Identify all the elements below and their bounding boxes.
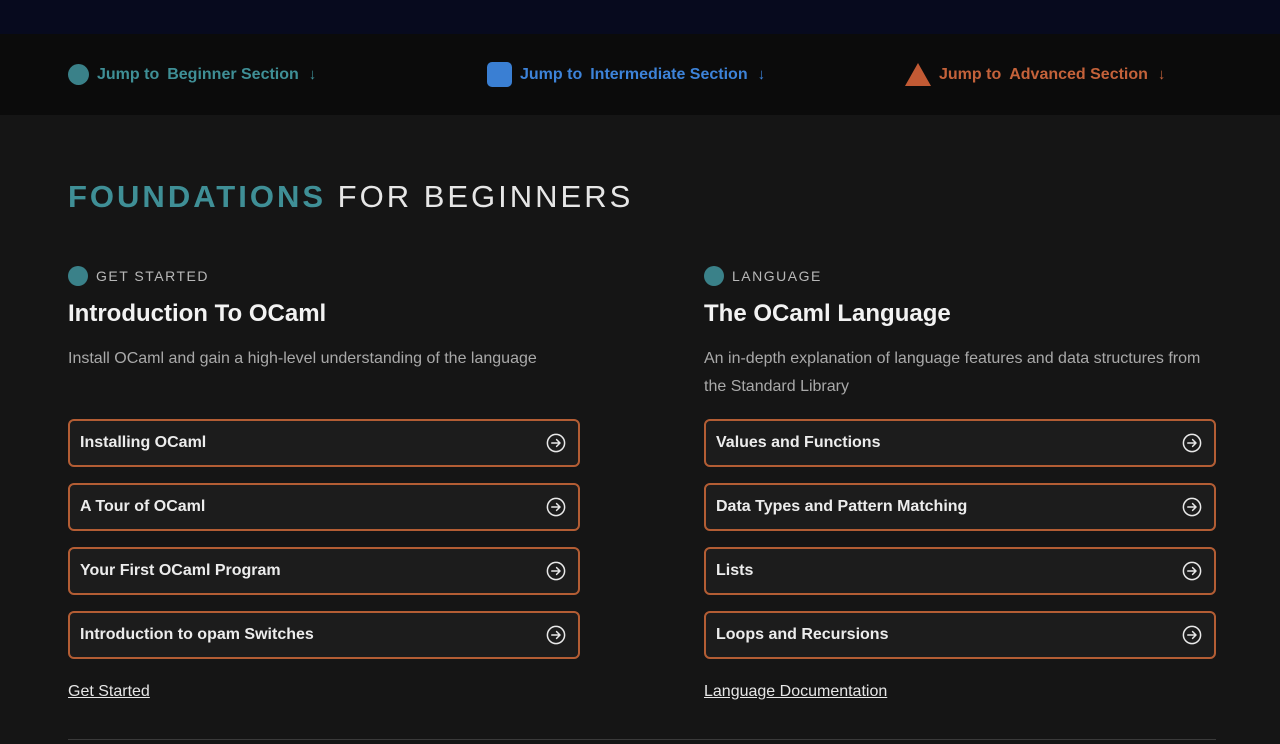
beginner-circle-icon — [68, 64, 89, 85]
arrow-right-circle-icon — [1182, 497, 1202, 517]
section-title-accent: FOUNDATIONS — [68, 179, 327, 214]
language-documentation-link[interactable]: Language Documentation — [704, 683, 887, 701]
tutorial-link-values-and-functions[interactable]: Values and Functions — [704, 419, 1216, 467]
eyebrow-label: GET STARTED — [96, 268, 209, 284]
jump-to-advanced-link[interactable]: Jump to Advanced Section ↓ — [905, 34, 1165, 115]
advanced-triangle-icon — [905, 63, 931, 86]
tutorial-link-label: Loops and Recursions — [716, 626, 889, 643]
tutorial-link-label: Introduction to opam Switches — [80, 626, 314, 643]
language-column: LANGUAGE The OCaml Language An in-depth … — [704, 265, 1216, 700]
column-description: Install OCaml and gain a high-level unde… — [68, 350, 537, 367]
jump-prefix: Jump to — [97, 65, 160, 83]
tutorial-link-label: Lists — [716, 562, 754, 579]
beginner-section: FOUNDATIONS FOR BEGINNERS GET STARTED In… — [0, 115, 1280, 744]
column-title: Introduction To OCaml — [68, 300, 327, 327]
tutorial-link-list: Installing OCaml A Tour of OCaml Your Fi… — [68, 419, 580, 675]
eyebrow-label: LANGUAGE — [732, 268, 822, 284]
tutorial-link-label: Values and Functions — [716, 434, 881, 451]
jump-prefix: Jump to — [939, 65, 1002, 83]
section-divider — [68, 739, 1216, 740]
tutorial-link-label: Data Types and Pattern Matching — [716, 498, 968, 515]
arrow-down-icon: ↓ — [308, 66, 317, 83]
arrow-right-circle-icon — [546, 433, 566, 453]
get-started-link[interactable]: Get Started — [68, 683, 150, 701]
tutorial-link-loops-and-recursions[interactable]: Loops and Recursions — [704, 611, 1216, 659]
tutorial-link-opam-switches[interactable]: Introduction to opam Switches — [68, 611, 580, 659]
beginner-circle-icon — [704, 266, 724, 286]
beginner-circle-icon — [68, 266, 88, 286]
column-description: An in-depth explanation of language feat… — [704, 350, 1201, 395]
intermediate-square-icon — [487, 62, 512, 87]
arrow-right-circle-icon — [1182, 433, 1202, 453]
tutorial-link-label: Your First OCaml Program — [80, 562, 281, 579]
column-title: The OCaml Language — [704, 300, 951, 327]
jump-to-beginner-link[interactable]: Jump to Beginner Section ↓ — [68, 34, 316, 115]
column-eyebrow: GET STARTED — [68, 265, 580, 287]
section-title: FOUNDATIONS FOR BEGINNERS — [68, 179, 633, 215]
arrow-down-icon: ↓ — [757, 66, 766, 83]
tutorial-link-installing-ocaml[interactable]: Installing OCaml — [68, 419, 580, 467]
jump-label-intermediate: Intermediate Section — [590, 65, 748, 83]
jump-prefix: Jump to — [520, 65, 583, 83]
tutorial-link-lists[interactable]: Lists — [704, 547, 1216, 595]
tutorial-link-data-types[interactable]: Data Types and Pattern Matching — [704, 483, 1216, 531]
arrow-right-circle-icon — [546, 625, 566, 645]
jump-label-advanced: Advanced Section — [1009, 65, 1148, 83]
tutorial-link-label: A Tour of OCaml — [80, 498, 206, 515]
tutorial-link-label: Installing OCaml — [80, 434, 207, 451]
arrow-down-icon: ↓ — [1157, 66, 1166, 83]
top-strip — [0, 0, 1280, 34]
jump-to-intermediate-link[interactable]: Jump to Intermediate Section ↓ — [487, 34, 765, 115]
get-started-column: GET STARTED Introduction To OCaml Instal… — [68, 265, 580, 700]
tutorial-link-tour-of-ocaml[interactable]: A Tour of OCaml — [68, 483, 580, 531]
tutorial-link-first-program[interactable]: Your First OCaml Program — [68, 547, 580, 595]
arrow-right-circle-icon — [1182, 625, 1202, 645]
column-eyebrow: LANGUAGE — [704, 265, 1216, 287]
jump-label-beginner: Beginner Section — [167, 65, 299, 83]
arrow-right-circle-icon — [1182, 561, 1202, 581]
section-title-rest: FOR BEGINNERS — [337, 179, 634, 214]
jump-navigation-bar: Jump to Beginner Section ↓ Jump to Inter… — [0, 34, 1280, 115]
arrow-right-circle-icon — [546, 561, 566, 581]
tutorial-link-list: Values and Functions Data Types and Patt… — [704, 419, 1216, 675]
arrow-right-circle-icon — [546, 497, 566, 517]
